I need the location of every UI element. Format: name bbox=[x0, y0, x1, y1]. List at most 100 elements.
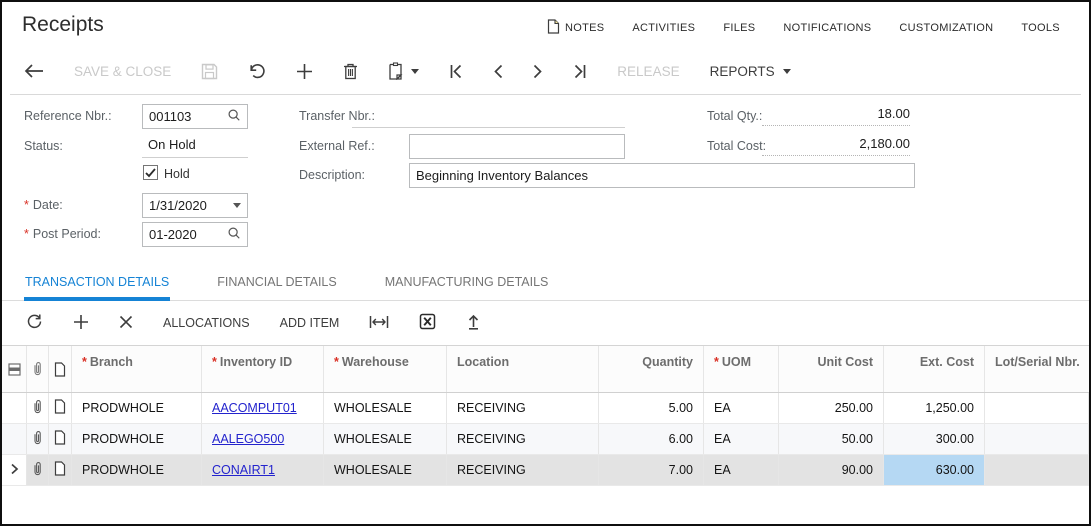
grid-settings-icon[interactable] bbox=[2, 346, 27, 392]
cell-lot_serial[interactable] bbox=[985, 393, 1089, 423]
cell-lot_serial[interactable] bbox=[985, 424, 1089, 454]
external-ref-label: External Ref.: bbox=[299, 139, 375, 153]
paperclip-column-icon[interactable] bbox=[27, 346, 49, 392]
cell-uom[interactable]: EA bbox=[704, 424, 779, 454]
post-period-field[interactable]: 01-2020 bbox=[142, 222, 248, 247]
cell-branch[interactable]: PRODWHOLE bbox=[72, 393, 202, 423]
row-note-icon[interactable] bbox=[49, 424, 72, 454]
date-field[interactable]: 1/31/2020 bbox=[142, 193, 248, 218]
table-row[interactable]: PRODWHOLE AACOMPUT01 WHOLESALE RECEIVING 5.0… bbox=[2, 393, 1089, 424]
cell-quantity[interactable]: 7.00 bbox=[599, 455, 704, 485]
save-close-button[interactable]: SAVE & CLOSE bbox=[74, 64, 171, 79]
menu-item-activities[interactable]: ACTIVITIES bbox=[632, 22, 695, 34]
col-header-location[interactable]: Location bbox=[447, 346, 599, 392]
cell-uom[interactable]: EA bbox=[704, 455, 779, 485]
cell-inventory_id[interactable]: CONAIRT1 bbox=[202, 455, 324, 485]
description-field[interactable]: Beginning Inventory Balances bbox=[409, 163, 915, 188]
row-selector[interactable] bbox=[2, 393, 27, 423]
fit-width-button[interactable] bbox=[369, 315, 389, 332]
row-paperclip-icon[interactable] bbox=[27, 424, 49, 454]
allocations-button[interactable]: ALLOCATIONS bbox=[163, 316, 250, 330]
search-icon[interactable] bbox=[227, 226, 241, 243]
trash-icon bbox=[343, 63, 358, 80]
inventory-id-link[interactable]: CONAIRT1 bbox=[212, 463, 275, 477]
tab-manufacturing-details[interactable]: MANUFACTURING DETAILS bbox=[384, 275, 550, 300]
back-button[interactable] bbox=[24, 64, 44, 78]
delete-record-button[interactable] bbox=[343, 63, 358, 80]
tab-transaction-details[interactable]: TRANSACTION DETAILS bbox=[24, 275, 171, 301]
post-period-label: * Post Period: bbox=[24, 227, 101, 241]
col-header-warehouse[interactable]: * Warehouse bbox=[324, 346, 447, 392]
export-excel-button[interactable] bbox=[419, 313, 436, 333]
cell-branch[interactable]: PRODWHOLE bbox=[72, 424, 202, 454]
row-note-icon[interactable] bbox=[49, 455, 72, 485]
menu-item-label: NOTIFICATIONS bbox=[783, 22, 872, 34]
cell-branch[interactable]: PRODWHOLE bbox=[72, 455, 202, 485]
cell-inventory_id[interactable]: AALEGO500 bbox=[202, 424, 324, 454]
inventory-id-link[interactable]: AACOMPUT01 bbox=[212, 401, 297, 415]
col-header-ext-cost[interactable]: Ext. Cost bbox=[884, 346, 985, 392]
menu-item-files[interactable]: FILES bbox=[723, 22, 755, 34]
cell-ext_cost[interactable]: 630.00 bbox=[884, 455, 985, 485]
cell-unit_cost[interactable]: 250.00 bbox=[779, 393, 884, 423]
row-note-icon[interactable] bbox=[49, 393, 72, 423]
cell-location[interactable]: RECEIVING bbox=[447, 424, 599, 454]
col-header-lot-serial[interactable]: Lot/Serial Nbr. bbox=[985, 346, 1089, 392]
col-header-uom[interactable]: * UOM bbox=[704, 346, 779, 392]
external-ref-field[interactable] bbox=[409, 134, 625, 159]
inventory-id-link[interactable]: AALEGO500 bbox=[212, 432, 284, 446]
cell-quantity[interactable]: 5.00 bbox=[599, 393, 704, 423]
clipboard-button[interactable] bbox=[388, 62, 420, 80]
last-record-button[interactable] bbox=[573, 64, 587, 79]
note-column-icon[interactable] bbox=[49, 346, 72, 392]
chevron-down-icon[interactable] bbox=[233, 203, 241, 208]
release-button[interactable]: RELEASE bbox=[617, 64, 679, 79]
row-selector[interactable] bbox=[2, 424, 27, 454]
add-record-button[interactable] bbox=[296, 63, 313, 80]
cell-ext_cost[interactable]: 300.00 bbox=[884, 424, 985, 454]
search-icon[interactable] bbox=[227, 108, 241, 125]
row-selector[interactable] bbox=[2, 455, 27, 485]
save-button[interactable] bbox=[201, 63, 218, 80]
add-row-button[interactable] bbox=[73, 314, 89, 333]
tab-financial-details[interactable]: FINANCIAL DETAILS bbox=[216, 275, 337, 300]
cell-warehouse[interactable]: WHOLESALE bbox=[324, 455, 447, 485]
cell-ext_cost[interactable]: 1,250.00 bbox=[884, 393, 985, 423]
cell-lot_serial[interactable] bbox=[985, 455, 1089, 485]
cell-warehouse[interactable]: WHOLESALE bbox=[324, 424, 447, 454]
upload-button[interactable] bbox=[466, 313, 481, 333]
refresh-button[interactable] bbox=[26, 313, 43, 333]
table-row[interactable]: PRODWHOLE AALEGO500 WHOLESALE RECEIVING 6.00… bbox=[2, 424, 1089, 455]
release-label: RELEASE bbox=[617, 63, 680, 79]
menu-item-tools[interactable]: TOOLS bbox=[1021, 22, 1060, 34]
reference-nbr-field[interactable]: 001103 bbox=[142, 104, 248, 129]
col-header-quantity[interactable]: Quantity bbox=[599, 346, 704, 392]
hold-checkbox[interactable] bbox=[143, 165, 158, 180]
menu-item-notifications[interactable]: NOTIFICATIONS bbox=[783, 22, 871, 34]
reports-button[interactable]: REPORTS bbox=[710, 64, 791, 79]
col-header-branch[interactable]: * Branch bbox=[72, 346, 202, 392]
undo-button[interactable] bbox=[248, 63, 266, 80]
add-item-button[interactable]: ADD ITEM bbox=[280, 316, 340, 330]
col-header-unit-cost[interactable]: Unit Cost bbox=[779, 346, 884, 392]
row-paperclip-icon[interactable] bbox=[27, 455, 49, 485]
cell-quantity[interactable]: 6.00 bbox=[599, 424, 704, 454]
cell-location[interactable]: RECEIVING bbox=[447, 393, 599, 423]
menu-item-label: NOTES bbox=[565, 22, 605, 34]
cell-unit_cost[interactable]: 50.00 bbox=[779, 424, 884, 454]
menu-item-notes[interactable]: NOTES bbox=[547, 19, 604, 37]
cell-unit_cost[interactable]: 90.00 bbox=[779, 455, 884, 485]
cell-inventory_id[interactable]: AACOMPUT01 bbox=[202, 393, 324, 423]
cell-warehouse[interactable]: WHOLESALE bbox=[324, 393, 447, 423]
menu-item-customization[interactable]: CUSTOMIZATION bbox=[899, 22, 993, 34]
table-row[interactable]: PRODWHOLE CONAIRT1 WHOLESALE RECEIVING 7.00 E… bbox=[2, 455, 1089, 486]
note-icon bbox=[54, 399, 66, 417]
next-record-button[interactable] bbox=[533, 64, 543, 79]
prev-record-button[interactable] bbox=[493, 64, 503, 79]
col-header-inventory-id[interactable]: * Inventory ID bbox=[202, 346, 324, 392]
first-record-button[interactable] bbox=[449, 64, 463, 79]
cell-uom[interactable]: EA bbox=[704, 393, 779, 423]
cell-location[interactable]: RECEIVING bbox=[447, 455, 599, 485]
row-paperclip-icon[interactable] bbox=[27, 393, 49, 423]
delete-row-button[interactable] bbox=[119, 315, 133, 332]
